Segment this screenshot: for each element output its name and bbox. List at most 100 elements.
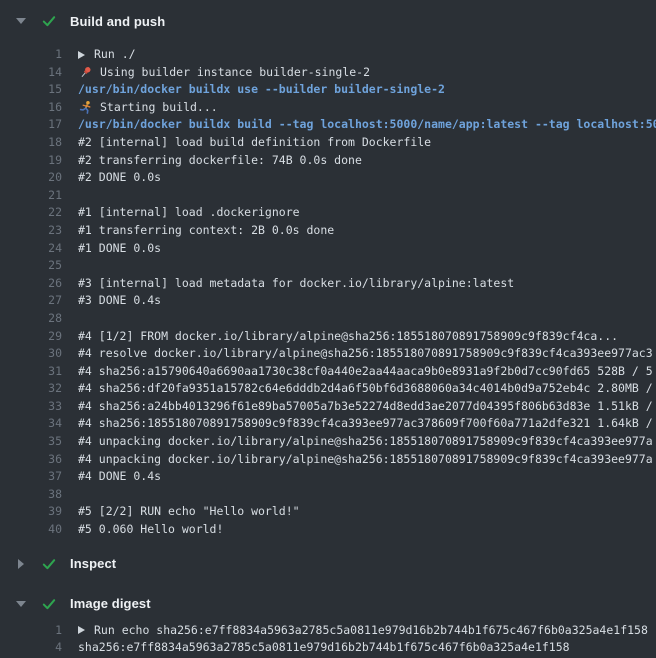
log-line: 36#4 unpacking docker.io/library/alpine@…: [0, 451, 656, 469]
log-line: 37#4 DONE 0.4s: [0, 468, 656, 486]
line-number-link[interactable]: 1: [0, 622, 62, 640]
command-text: /usr/bin/docker buildx build --tag local…: [62, 116, 656, 134]
success-check-icon: [41, 556, 57, 572]
workflow-log: Build and push 1Run ./14 Using builder i…: [0, 0, 656, 657]
log-text: #4 DONE 0.4s: [62, 468, 161, 486]
log-line: 40#5 0.060 Hello world!: [0, 521, 656, 539]
log-line: 23#1 transferring context: 2B 0.0s done: [0, 222, 656, 240]
log-text: #4 sha256:a15790640a6690aa1730c38cf0a440…: [62, 363, 653, 381]
log-line: 18#2 [internal] load build definition fr…: [0, 134, 656, 152]
log-line: 34#4 sha256:185518070891758909c9f839cf4c…: [0, 415, 656, 433]
line-number-link[interactable]: 20: [0, 169, 62, 187]
log-line: 29#4 [1/2] FROM docker.io/library/alpine…: [0, 328, 656, 346]
log-text: #2 DONE 0.0s: [62, 169, 161, 187]
log-text: #3 DONE 0.4s: [62, 292, 161, 310]
log-line: 25: [0, 257, 656, 275]
line-number-link[interactable]: 36: [0, 451, 62, 469]
log-line: 31#4 sha256:a15790640a6690aa1730c38cf0a4…: [0, 363, 656, 381]
log-line: 28: [0, 310, 656, 328]
log-line: 14 Using builder instance builder-single…: [0, 64, 656, 82]
line-number-link[interactable]: 19: [0, 152, 62, 170]
line-number-link[interactable]: 22: [0, 204, 62, 222]
section-header-build-and-push[interactable]: Build and push: [0, 8, 656, 34]
line-number-link[interactable]: 14: [0, 64, 62, 82]
line-number-link[interactable]: 4: [0, 639, 62, 657]
log-line: 33#4 sha256:a24bb4013296f61e89ba57005a7b…: [0, 398, 656, 416]
log-text: Run echo sha256:e7ff8834a5963a2785c5a081…: [62, 622, 648, 640]
line-number-link[interactable]: 38: [0, 486, 62, 504]
log-text: #4 sha256:df20fa9351a15782c64e6dddb2d4a6…: [62, 380, 653, 398]
log-text: Starting build...: [62, 99, 218, 117]
log-line: 16 Starting build...: [0, 99, 656, 117]
line-number-link[interactable]: 17: [0, 116, 62, 134]
log-text: #4 sha256:185518070891758909c9f839cf4ca3…: [62, 415, 653, 433]
section-title: Image digest: [70, 596, 151, 611]
line-number-link[interactable]: 39: [0, 503, 62, 521]
line-number-link[interactable]: 18: [0, 134, 62, 152]
line-number-link[interactable]: 31: [0, 363, 62, 381]
log-text: #2 transferring dockerfile: 74B 0.0s don…: [62, 152, 362, 170]
log-line: 26#3 [internal] load metadata for docker…: [0, 275, 656, 293]
chevron-down-icon[interactable]: [14, 18, 28, 24]
log-text: #4 unpacking docker.io/library/alpine@sh…: [62, 433, 653, 451]
line-number-link[interactable]: 30: [0, 345, 62, 363]
log-line: 1Run echo sha256:e7ff8834a5963a2785c5a08…: [0, 622, 656, 640]
line-number-link[interactable]: 1: [0, 46, 62, 64]
line-number-link[interactable]: 16: [0, 99, 62, 117]
log-lines-build-and-push: 1Run ./14 Using builder instance builder…: [0, 46, 656, 539]
chevron-right-icon[interactable]: [14, 559, 28, 569]
log-line: 19#2 transferring dockerfile: 74B 0.0s d…: [0, 152, 656, 170]
log-line: 4sha256:e7ff8834a5963a2785c5a0811e979d16…: [0, 639, 656, 657]
line-number-link[interactable]: 27: [0, 292, 62, 310]
log-line: 32#4 sha256:df20fa9351a15782c64e6dddb2d4…: [0, 380, 656, 398]
log-line: 17/usr/bin/docker buildx build --tag loc…: [0, 116, 656, 134]
log-line: 24#1 DONE 0.0s: [0, 240, 656, 258]
log-text: sha256:e7ff8834a5963a2785c5a0811e979d16b…: [62, 639, 570, 657]
success-check-icon: [41, 596, 57, 612]
log-line: 20#2 DONE 0.0s: [0, 169, 656, 187]
log-text: Using builder instance builder-single-2: [62, 64, 370, 82]
line-number-link[interactable]: 25: [0, 257, 62, 275]
line-number-link[interactable]: 40: [0, 521, 62, 539]
log-text: #4 unpacking docker.io/library/alpine@sh…: [62, 451, 653, 469]
line-number-link[interactable]: 35: [0, 433, 62, 451]
chevron-down-icon[interactable]: [14, 601, 28, 607]
section-build-and-push: Build and push 1Run ./14 Using builder i…: [0, 8, 656, 539]
log-line: 30#4 resolve docker.io/library/alpine@sh…: [0, 345, 656, 363]
line-number-link[interactable]: 23: [0, 222, 62, 240]
runner-icon: [78, 100, 93, 115]
section-header-image-digest[interactable]: Image digest: [0, 591, 656, 617]
log-text: #4 resolve docker.io/library/alpine@sha2…: [62, 345, 653, 363]
log-text: #5 0.060 Hello world!: [62, 521, 223, 539]
line-number-link[interactable]: 37: [0, 468, 62, 486]
log-text: #1 DONE 0.0s: [62, 240, 161, 258]
line-number-link[interactable]: 34: [0, 415, 62, 433]
log-text: #5 [2/2] RUN echo "Hello world!": [62, 503, 300, 521]
pushpin-icon: [78, 65, 93, 80]
expand-group-icon[interactable]: [78, 51, 85, 59]
line-number-link[interactable]: 26: [0, 275, 62, 293]
log-text: #4 sha256:a24bb4013296f61e89ba57005a7b3e…: [62, 398, 653, 416]
section-image-digest: Image digest 1Run echo sha256:e7ff8834a5…: [0, 591, 656, 657]
line-number-link[interactable]: 15: [0, 81, 62, 99]
log-text: #2 [internal] load build definition from…: [62, 134, 431, 152]
log-line: 39#5 [2/2] RUN echo "Hello world!": [0, 503, 656, 521]
section-header-inspect[interactable]: Inspect: [0, 551, 656, 577]
log-line: 27#3 DONE 0.4s: [0, 292, 656, 310]
log-line: 21: [0, 187, 656, 205]
expand-group-icon[interactable]: [78, 626, 85, 634]
log-line: 22#1 [internal] load .dockerignore: [0, 204, 656, 222]
line-number-link[interactable]: 21: [0, 187, 62, 205]
line-number-link[interactable]: 24: [0, 240, 62, 258]
log-text: Run ./: [62, 46, 136, 64]
section-title: Inspect: [70, 556, 116, 571]
line-number-link[interactable]: 28: [0, 310, 62, 328]
log-text: #1 transferring context: 2B 0.0s done: [62, 222, 334, 240]
log-line: 38: [0, 486, 656, 504]
log-text: #4 [1/2] FROM docker.io/library/alpine@s…: [62, 328, 618, 346]
section-title: Build and push: [70, 14, 165, 29]
success-check-icon: [41, 13, 57, 29]
line-number-link[interactable]: 33: [0, 398, 62, 416]
line-number-link[interactable]: 29: [0, 328, 62, 346]
line-number-link[interactable]: 32: [0, 380, 62, 398]
